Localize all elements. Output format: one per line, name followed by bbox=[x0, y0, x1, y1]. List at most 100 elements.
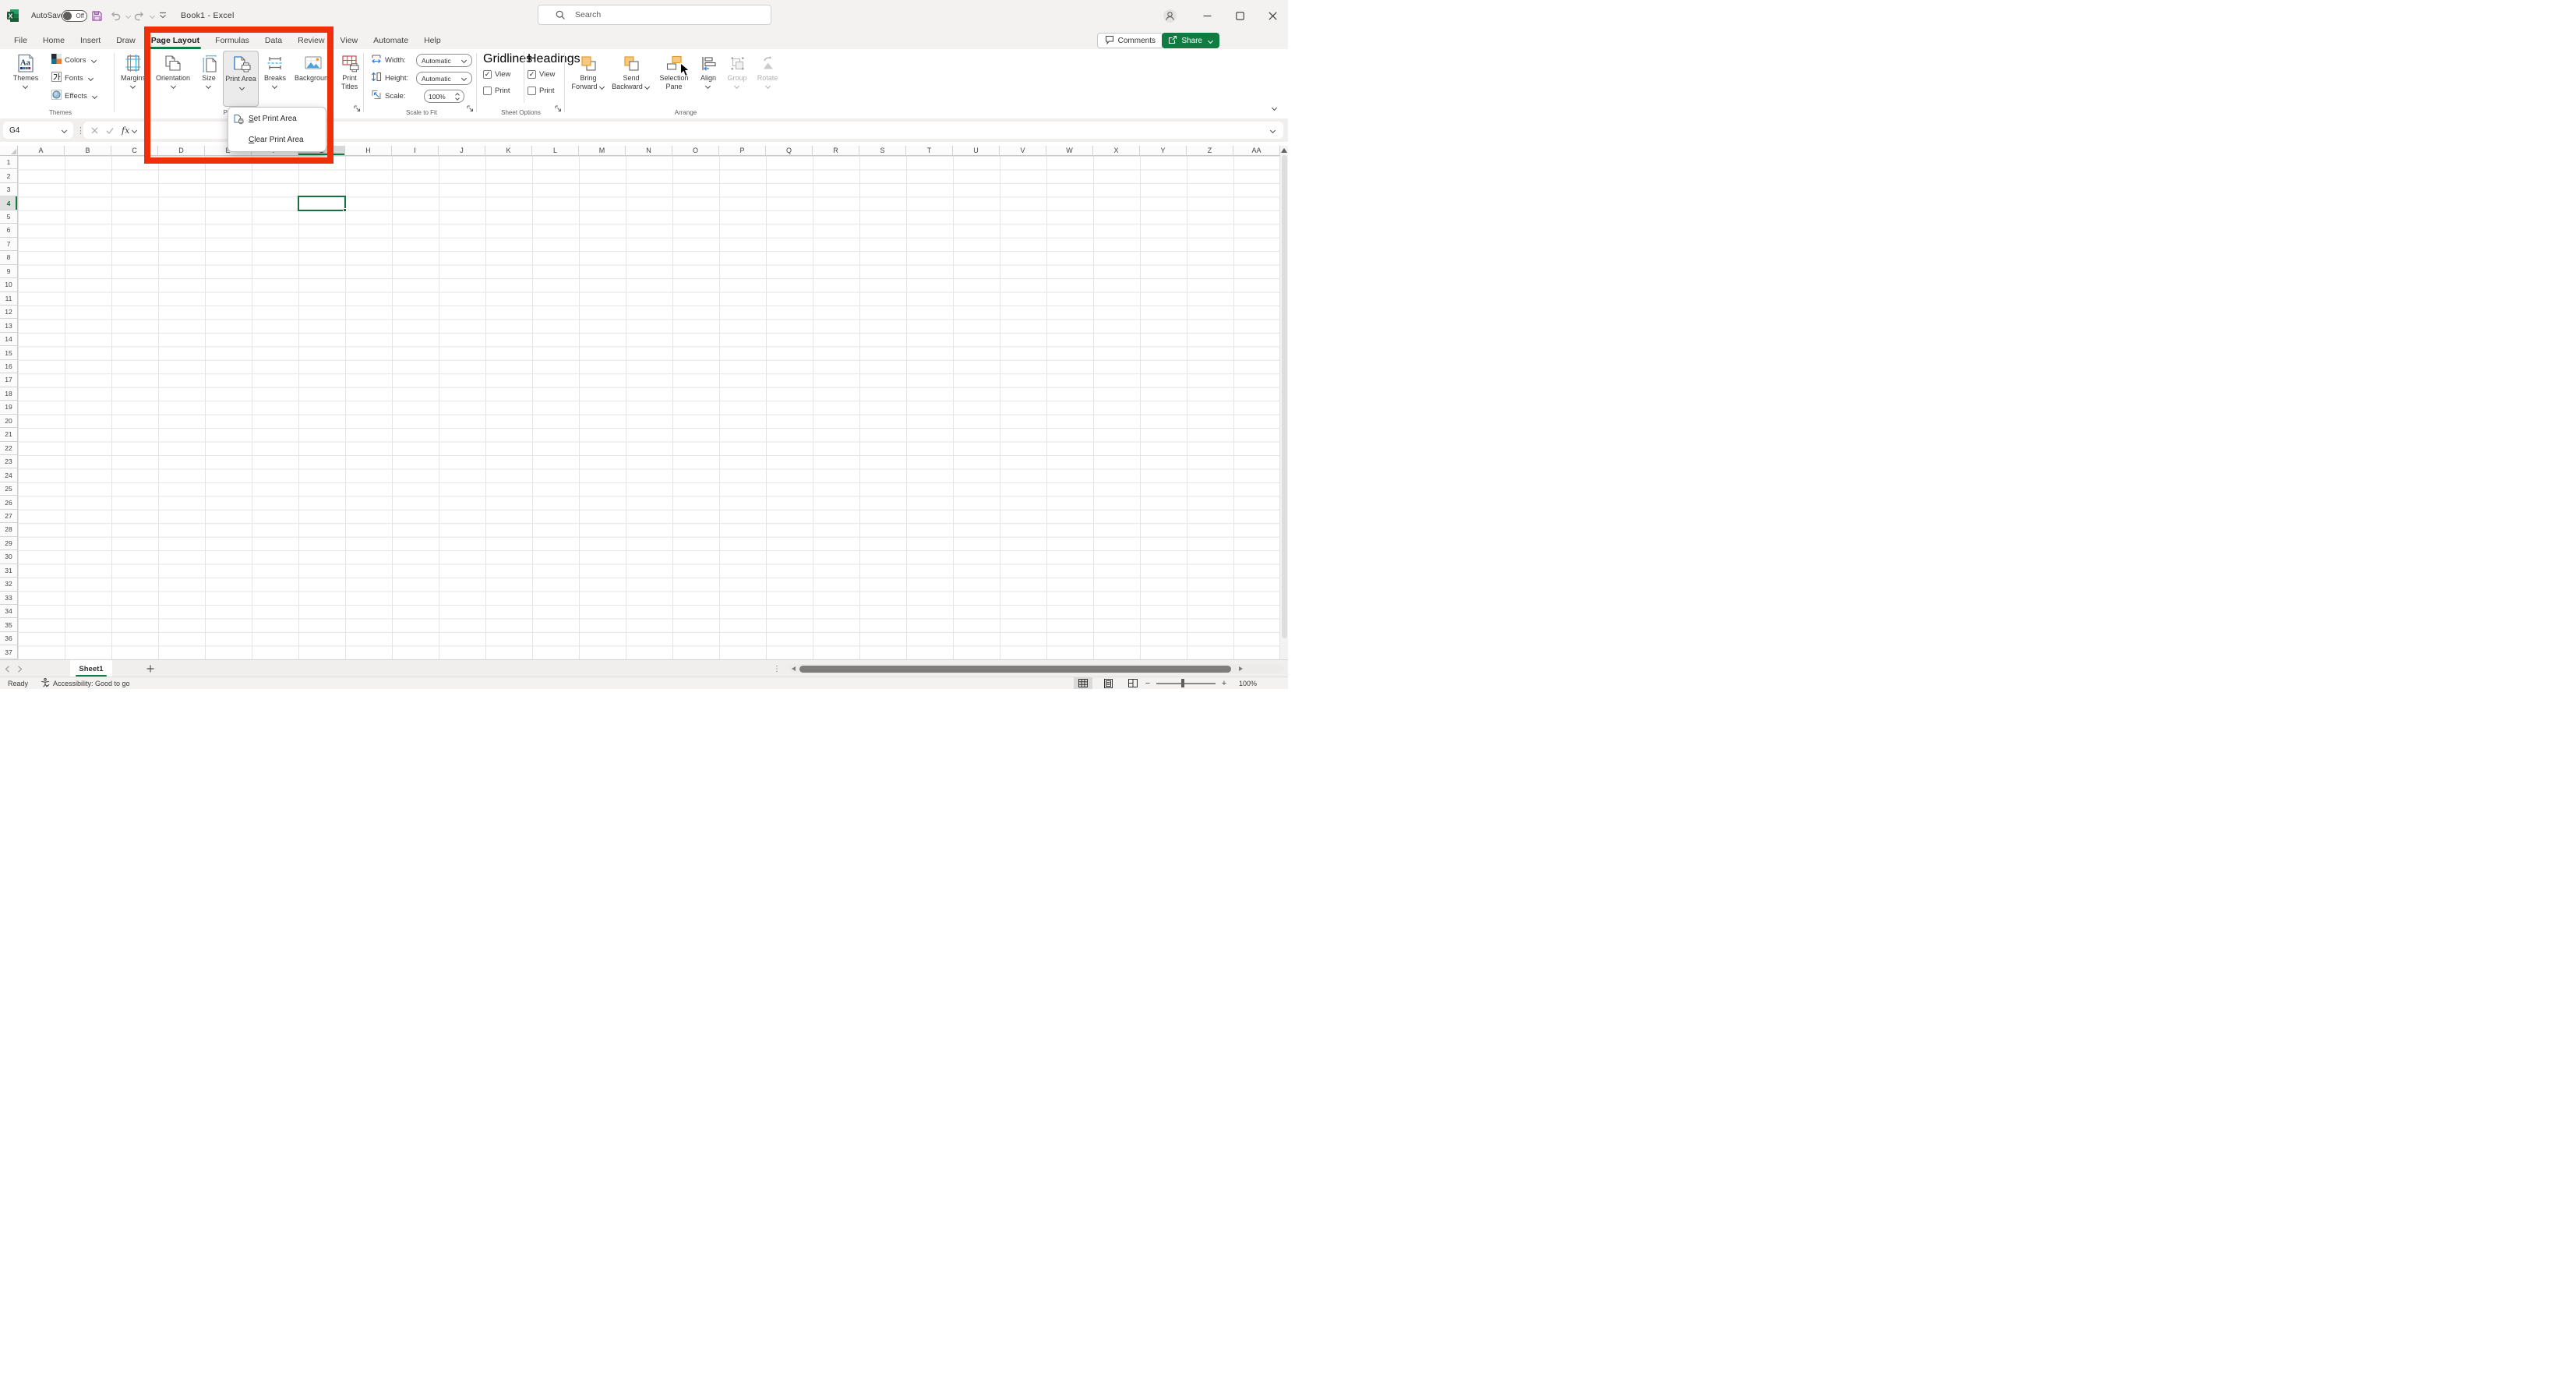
zoom-slider[interactable] bbox=[1156, 683, 1216, 684]
tab-review[interactable]: Review bbox=[290, 31, 332, 49]
tab-help[interactable]: Help bbox=[416, 31, 449, 49]
scale-spinner[interactable]: 100% bbox=[424, 90, 464, 103]
column-header-A[interactable]: A bbox=[18, 146, 65, 156]
collapse-ribbon-chevron-icon[interactable] bbox=[1269, 100, 1277, 114]
expand-formula-bar-chevron-icon[interactable] bbox=[1269, 129, 1276, 132]
row-header-24[interactable]: 24 bbox=[0, 468, 18, 482]
column-header-C[interactable]: C bbox=[111, 146, 158, 156]
row-header-1[interactable]: 1 bbox=[0, 156, 18, 169]
margins-button[interactable]: Margins bbox=[115, 51, 151, 107]
menu-item-clear-print-area[interactable]: Clear Print Area bbox=[228, 129, 326, 150]
orientation-button[interactable]: Orientation bbox=[151, 51, 195, 107]
column-header-K[interactable]: K bbox=[485, 146, 532, 156]
row-header-6[interactable]: 6 bbox=[0, 224, 18, 237]
column-header-S[interactable]: S bbox=[859, 146, 906, 156]
headings-view-checkbox[interactable]: ✓ View bbox=[528, 66, 563, 83]
breaks-button[interactable]: Breaks bbox=[259, 51, 291, 107]
account-button[interactable] bbox=[1154, 0, 1185, 31]
column-header-Z[interactable]: Z bbox=[1187, 146, 1233, 156]
previous-sheet-button[interactable] bbox=[5, 660, 10, 677]
minimize-button[interactable] bbox=[1191, 0, 1223, 31]
column-header-V[interactable]: V bbox=[1000, 146, 1046, 156]
row-header-14[interactable]: 14 bbox=[0, 333, 18, 346]
column-header-N[interactable]: N bbox=[626, 146, 672, 156]
row-header-33[interactable]: 33 bbox=[0, 592, 18, 605]
comments-button[interactable]: Comments bbox=[1097, 33, 1163, 48]
row-header-31[interactable]: 31 bbox=[0, 564, 18, 578]
tab-formulas[interactable]: Formulas bbox=[207, 31, 257, 49]
column-header-Q[interactable]: Q bbox=[766, 146, 813, 156]
horizontal-scrollbar[interactable] bbox=[789, 664, 1284, 673]
row-header-3[interactable]: 3 bbox=[0, 183, 18, 196]
zoom-slider-handle[interactable] bbox=[1181, 679, 1184, 687]
align-button[interactable]: Align bbox=[694, 51, 722, 107]
tab-insert[interactable]: Insert bbox=[72, 31, 108, 49]
close-button[interactable] bbox=[1257, 0, 1288, 31]
size-button[interactable]: Size bbox=[195, 51, 223, 107]
column-header-O[interactable]: O bbox=[672, 146, 719, 156]
column-header-P[interactable]: P bbox=[719, 146, 766, 156]
tab-home[interactable]: Home bbox=[35, 31, 72, 49]
tab-automate[interactable]: Automate bbox=[365, 31, 416, 49]
row-header-9[interactable]: 9 bbox=[0, 265, 18, 278]
row-header-4[interactable]: 4 bbox=[0, 196, 18, 210]
sheet-tab-sheet1[interactable]: Sheet1 bbox=[70, 660, 112, 677]
width-dropdown[interactable]: Automatic bbox=[416, 54, 472, 67]
cells-area[interactable] bbox=[18, 156, 1280, 659]
add-sheet-button[interactable] bbox=[143, 660, 157, 677]
vertical-scrollbar-thumb[interactable] bbox=[1282, 155, 1287, 638]
page-layout-view-button[interactable] bbox=[1099, 677, 1117, 689]
row-header-8[interactable]: 8 bbox=[0, 251, 18, 264]
redo-dropdown-chevron-icon[interactable] bbox=[147, 0, 155, 31]
column-header-L[interactable]: L bbox=[532, 146, 579, 156]
column-header-W[interactable]: W bbox=[1046, 146, 1093, 156]
row-header-5[interactable]: 5 bbox=[0, 210, 18, 224]
themes-button[interactable]: Aa Themes bbox=[6, 51, 45, 107]
headings-print-checkbox[interactable]: Print bbox=[528, 83, 563, 99]
scale-to-fit-dialog-launcher-icon[interactable] bbox=[467, 102, 474, 116]
effects-button[interactable]: Effects bbox=[51, 87, 98, 105]
name-box[interactable]: G4 bbox=[3, 122, 73, 139]
row-header-22[interactable]: 22 bbox=[0, 442, 18, 455]
share-button[interactable]: Share #share-btn .cv::before{border-colo… bbox=[1162, 33, 1219, 48]
column-header-Y[interactable]: Y bbox=[1140, 146, 1187, 156]
autosave-toggle[interactable]: Off bbox=[62, 0, 87, 31]
row-header-20[interactable]: 20 bbox=[0, 415, 18, 428]
normal-view-button[interactable] bbox=[1074, 677, 1092, 689]
row-header-16[interactable]: 16 bbox=[0, 360, 18, 373]
undo-dropdown-chevron-icon[interactable] bbox=[123, 0, 131, 31]
enter-icon[interactable] bbox=[106, 127, 114, 134]
column-header-H[interactable]: H bbox=[345, 146, 392, 156]
column-header-X[interactable]: X bbox=[1093, 146, 1140, 156]
save-button[interactable] bbox=[92, 0, 102, 31]
row-header-19[interactable]: 19 bbox=[0, 401, 18, 414]
row-header-28[interactable]: 28 bbox=[0, 523, 18, 536]
row-header-26[interactable]: 26 bbox=[0, 496, 18, 509]
spinner-arrows-icon[interactable] bbox=[456, 94, 460, 99]
print-titles-button[interactable]: Print Titles bbox=[335, 51, 364, 107]
tab-draw[interactable]: Draw bbox=[108, 31, 143, 49]
scroll-right-arrow-icon[interactable] bbox=[1239, 666, 1243, 671]
column-header-R[interactable]: R bbox=[813, 146, 859, 156]
bring-forward-button[interactable]: Bring Forward bbox=[568, 51, 609, 107]
row-header-18[interactable]: 18 bbox=[0, 387, 18, 401]
cancel-icon[interactable] bbox=[91, 127, 98, 134]
row-header-15[interactable]: 15 bbox=[0, 346, 18, 359]
menu-item-set-print-area[interactable]: Set Print Area bbox=[228, 108, 326, 129]
selected-cell[interactable] bbox=[298, 196, 346, 210]
undo-button[interactable] bbox=[110, 0, 121, 31]
tab-view[interactable]: View bbox=[333, 31, 366, 49]
column-header-U[interactable]: U bbox=[953, 146, 1000, 156]
horizontal-scrollbar-thumb[interactable] bbox=[799, 666, 1231, 673]
tab-data[interactable]: Data bbox=[257, 31, 290, 49]
row-header-34[interactable]: 34 bbox=[0, 605, 18, 618]
vertical-scrollbar[interactable] bbox=[1280, 146, 1288, 659]
scroll-left-arrow-icon[interactable] bbox=[792, 666, 796, 671]
column-header-D[interactable]: D bbox=[158, 146, 205, 156]
row-header-12[interactable]: 12 bbox=[0, 306, 18, 319]
row-header-23[interactable]: 23 bbox=[0, 455, 18, 468]
row-header-25[interactable]: 25 bbox=[0, 482, 18, 496]
row-header-36[interactable]: 36 bbox=[0, 632, 18, 645]
column-header-B[interactable]: B bbox=[65, 146, 111, 156]
row-header-2[interactable]: 2 bbox=[0, 169, 18, 182]
